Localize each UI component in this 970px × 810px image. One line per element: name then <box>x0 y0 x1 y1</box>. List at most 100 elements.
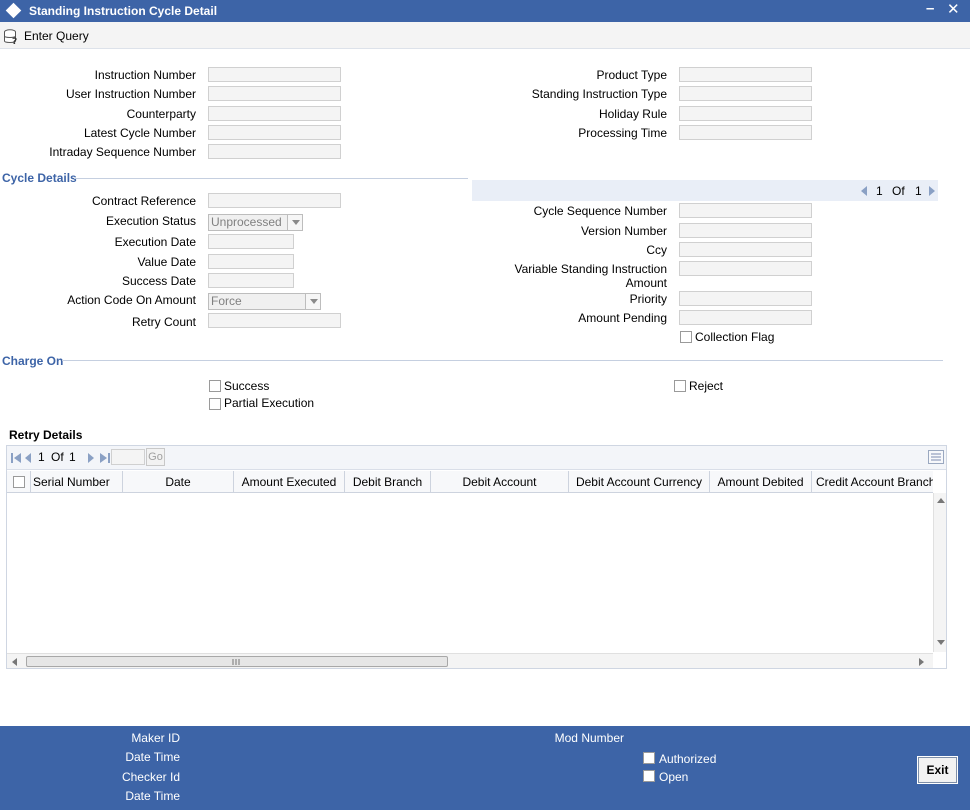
execution-date-label: Execution Date <box>114 235 196 249</box>
scroll-left-icon[interactable] <box>11 658 17 666</box>
retry-pager-total: 1 <box>69 450 76 464</box>
cycle-pager-bar: 1 Of 1 <box>472 180 938 201</box>
variable-si-amount-label-1: Variable Standing Instruction <box>514 262 667 276</box>
col-serial-number[interactable]: Serial Number <box>31 471 123 492</box>
cycle-sequence-number-field[interactable] <box>679 203 812 218</box>
success-checkbox[interactable] <box>209 380 221 392</box>
select-all-checkbox[interactable] <box>13 476 25 488</box>
select-all-cell <box>7 471 31 492</box>
execution-status-select[interactable]: Unprocessed <box>208 214 303 231</box>
enter-query-button[interactable]: ? Enter Query <box>3 26 89 46</box>
action-code-value: Force <box>211 294 242 308</box>
scroll-up-icon[interactable] <box>937 497 945 503</box>
checker-id-label: Checker Id <box>121 770 180 784</box>
cycle-details-divider <box>74 178 468 179</box>
reject-checkbox[interactable] <box>674 380 686 392</box>
partial-execution-checkbox[interactable] <box>209 398 221 410</box>
col-date[interactable]: Date <box>123 471 234 492</box>
col-amount-debited[interactable]: Amount Debited <box>710 471 812 492</box>
priority-label: Priority <box>629 292 667 306</box>
success-date-label: Success Date <box>121 274 196 288</box>
grid-settings-icon[interactable] <box>928 450 944 464</box>
instruction-number-field[interactable] <box>208 67 341 82</box>
minimize-icon[interactable]: – <box>926 0 934 17</box>
previous-icon[interactable] <box>861 186 867 196</box>
instruction-number-label: Instruction Number <box>94 68 196 82</box>
next-icon[interactable] <box>929 186 935 196</box>
previous-page-icon[interactable] <box>24 452 32 464</box>
retry-pager-of: Of <box>51 450 64 464</box>
success-date-field[interactable] <box>208 273 294 288</box>
vertical-scrollbar[interactable] <box>933 493 946 652</box>
collection-flag-label: Collection Flag <box>695 330 775 344</box>
value-date-label: Value Date <box>137 255 196 269</box>
retry-details-grid: 1 Of 1 Go Serial Number Date Amount Exec… <box>6 445 947 669</box>
priority-field[interactable] <box>679 291 812 306</box>
date-time-label-1: Date Time <box>125 750 180 764</box>
variable-si-amount-field[interactable] <box>679 261 812 276</box>
processing-time-field[interactable] <box>679 125 812 140</box>
svg-text:?: ? <box>12 37 17 45</box>
cycle-details-title: Cycle Details <box>2 171 77 185</box>
value-date-field[interactable] <box>208 254 294 269</box>
execution-status-value: Unprocessed <box>211 215 282 229</box>
title-bar: Standing Instruction Cycle Detail – ✕ <box>0 0 970 22</box>
standing-instruction-type-field[interactable] <box>679 86 812 101</box>
execution-status-label: Execution Status <box>105 214 196 228</box>
collection-flag-checkbox[interactable] <box>680 331 692 343</box>
exit-button[interactable]: Exit <box>917 756 958 784</box>
first-page-icon[interactable] <box>10 452 22 464</box>
version-number-field[interactable] <box>679 223 812 238</box>
success-label: Success <box>224 379 270 393</box>
scroll-thumb[interactable] <box>26 656 448 667</box>
latest-cycle-number-field[interactable] <box>208 125 341 140</box>
authorized-checkbox <box>643 752 655 764</box>
go-button[interactable]: Go <box>146 448 165 466</box>
open-label: Open <box>659 770 689 784</box>
user-instruction-number-field[interactable] <box>208 86 341 101</box>
close-icon[interactable]: ✕ <box>947 0 960 18</box>
retry-pager-current: 1 <box>38 450 45 464</box>
intraday-sequence-number-label: Intraday Sequence Number <box>49 145 196 159</box>
amount-pending-field[interactable] <box>679 310 812 325</box>
counterparty-field[interactable] <box>208 106 341 121</box>
holiday-rule-field[interactable] <box>679 106 812 121</box>
contract-reference-label: Contract Reference <box>91 194 196 208</box>
retry-pager: 1 Of 1 Go <box>7 446 946 470</box>
grip-icon <box>232 659 240 665</box>
action-code-select[interactable]: Force <box>208 293 321 310</box>
processing-time-label: Processing Time <box>578 126 667 140</box>
action-code-label: Action Code On Amount <box>67 293 196 307</box>
col-amount-executed[interactable]: Amount Executed <box>234 471 345 492</box>
product-type-label: Product Type <box>596 68 668 82</box>
scroll-down-icon[interactable] <box>937 640 945 646</box>
col-credit-account-branch[interactable]: Credit Account Branch <box>812 471 933 492</box>
col-debit-account[interactable]: Debit Account <box>431 471 569 492</box>
chevron-down-icon <box>305 294 320 309</box>
contract-reference-field[interactable] <box>208 193 341 208</box>
page-number-input[interactable] <box>111 449 145 465</box>
maker-id-label: Maker ID <box>131 731 180 745</box>
cycle-pager-total: 1 <box>915 184 922 198</box>
charge-on-divider <box>62 360 943 361</box>
last-page-icon[interactable] <box>99 452 111 464</box>
scroll-right-icon[interactable] <box>919 658 925 666</box>
retry-count-label: Retry Count <box>131 315 196 329</box>
col-debit-account-currency[interactable]: Debit Account Currency <box>569 471 710 492</box>
intraday-sequence-number-field[interactable] <box>208 144 341 159</box>
ccy-label: Ccy <box>646 243 667 257</box>
version-number-label: Version Number <box>580 224 667 238</box>
footer: Maker ID Date Time Checker Id Date Time … <box>0 726 970 810</box>
next-page-icon[interactable] <box>87 452 95 464</box>
col-debit-branch[interactable]: Debit Branch <box>345 471 431 492</box>
latest-cycle-number-label: Latest Cycle Number <box>83 126 196 140</box>
ccy-field[interactable] <box>679 242 812 257</box>
window-title: Standing Instruction Cycle Detail <box>29 4 218 18</box>
horizontal-scrollbar[interactable] <box>7 653 933 668</box>
counterparty-label: Counterparty <box>126 107 196 121</box>
execution-date-field[interactable] <box>208 234 294 249</box>
user-instruction-number-label: User Instruction Number <box>65 87 196 101</box>
retry-grid-header: Serial Number Date Amount Executed Debit… <box>7 471 933 493</box>
retry-count-field[interactable] <box>208 313 341 328</box>
product-type-field[interactable] <box>679 67 812 82</box>
